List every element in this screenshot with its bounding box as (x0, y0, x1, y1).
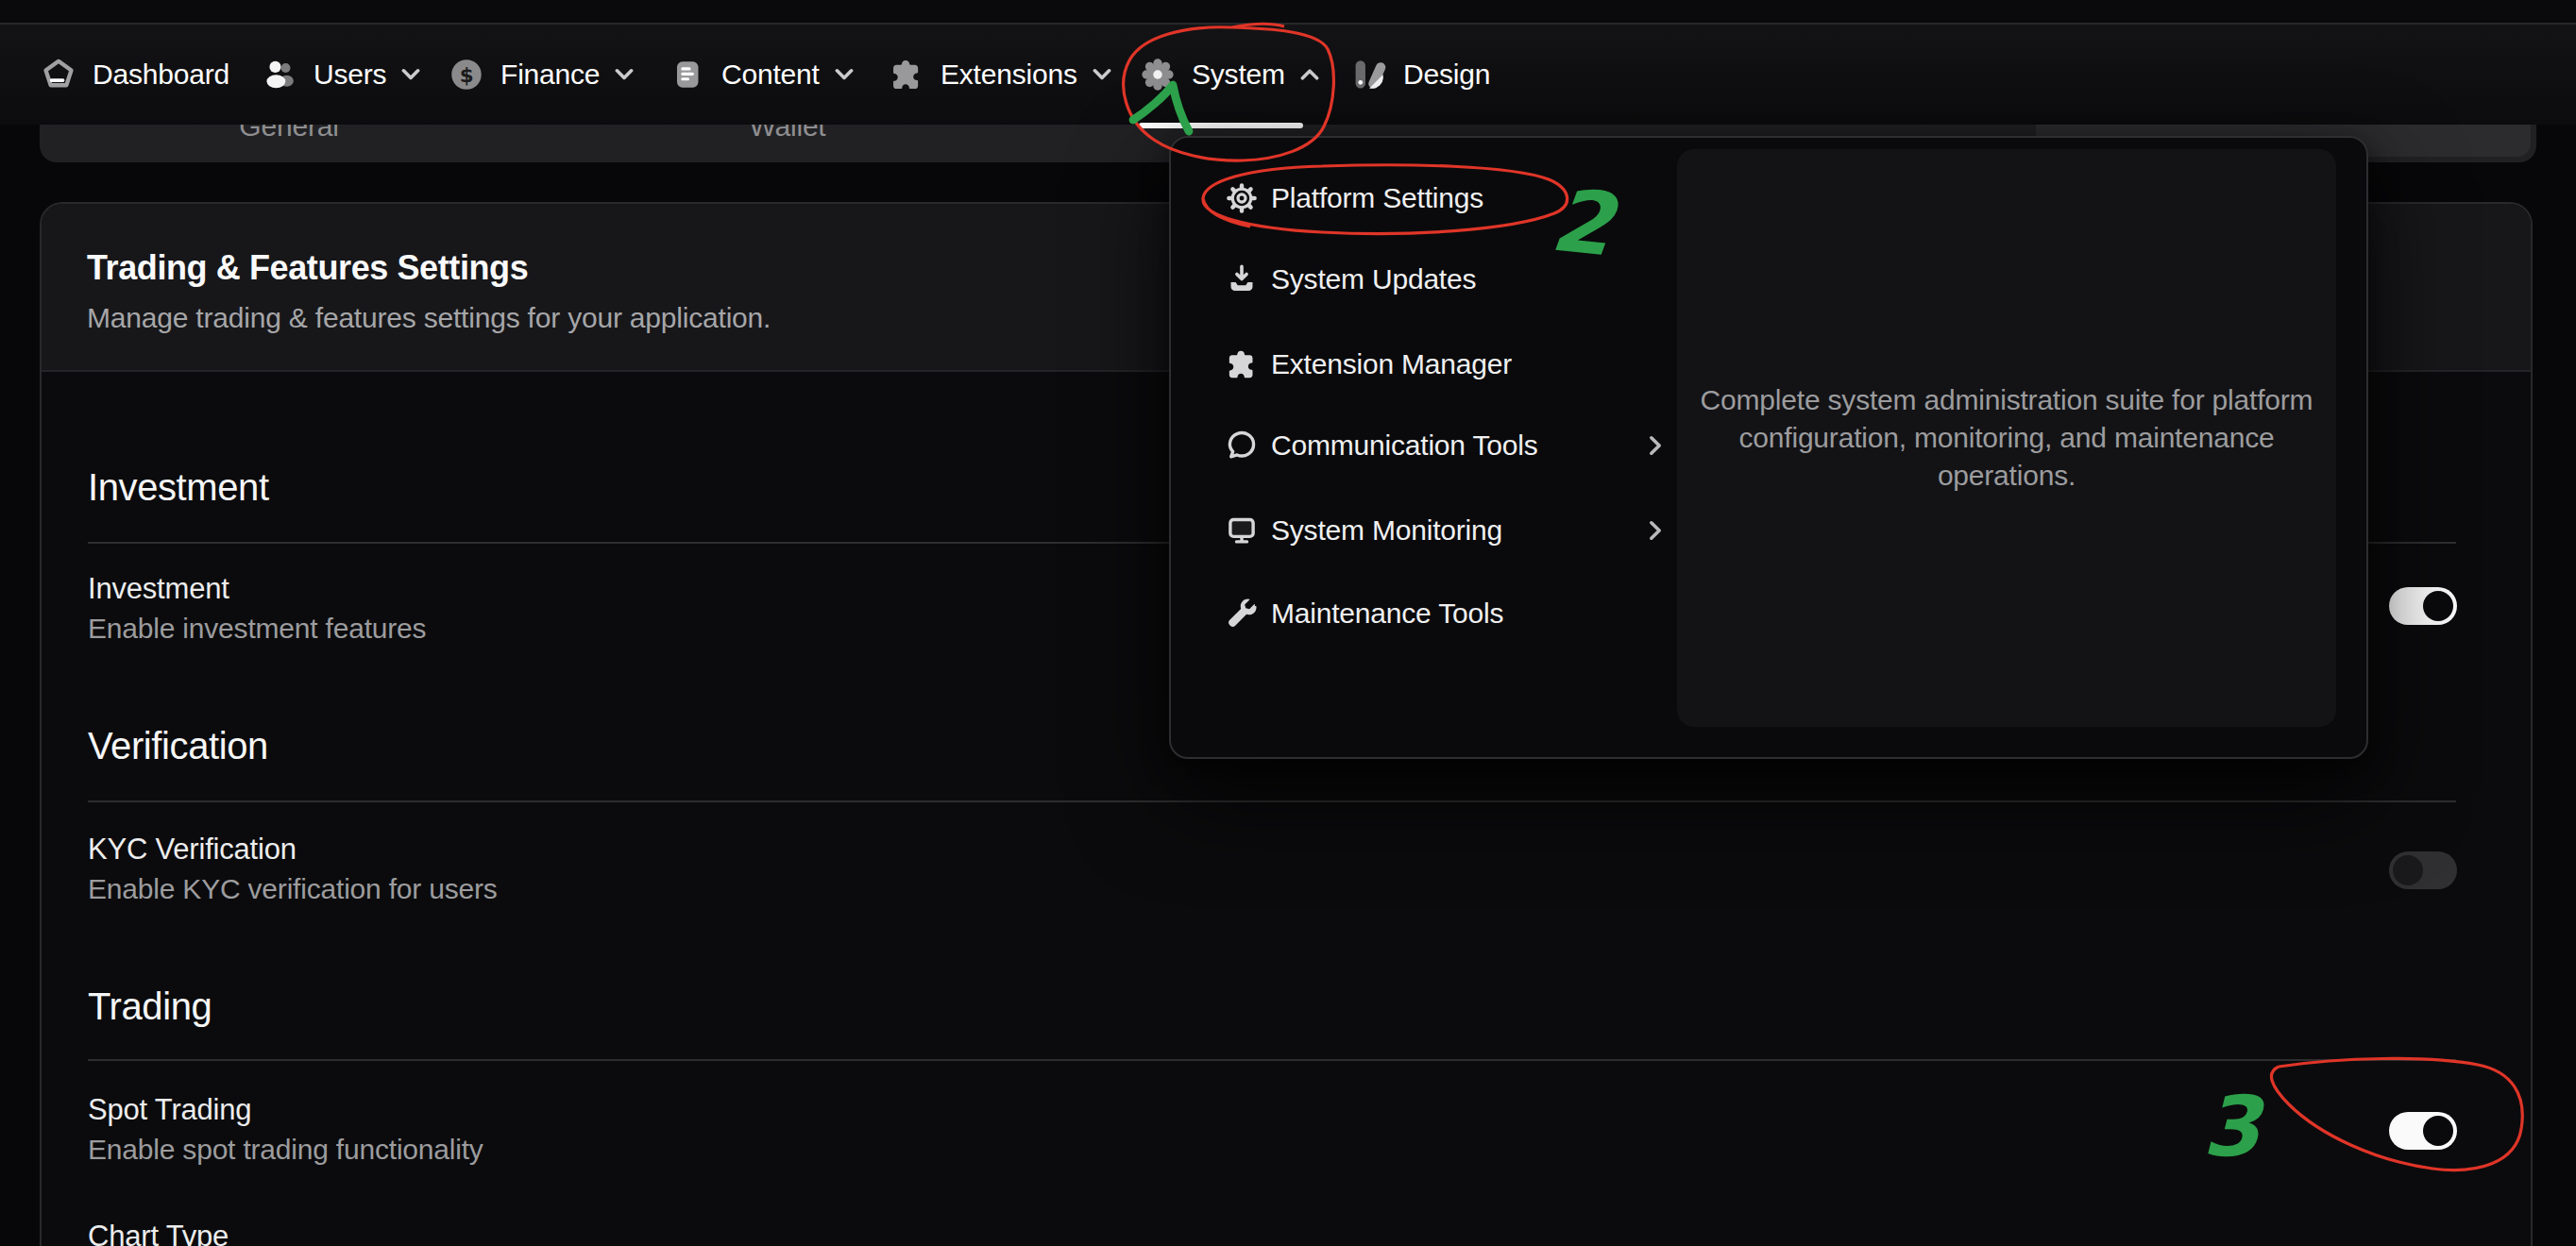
system-menu-description: Complete system administration suite for… (1686, 381, 2328, 495)
svg-text:$: $ (460, 63, 474, 87)
gear-icon (1226, 182, 1258, 214)
menu-item-system-monitoring[interactable]: System Monitoring (1190, 497, 1662, 564)
chevron-right-icon (1649, 520, 1662, 541)
divider (88, 1059, 2456, 1061)
admin-settings-page: General Wallet Dashboard Users (0, 0, 2576, 1246)
active-nav-indicator (1139, 123, 1303, 128)
puzzle-icon (1226, 348, 1258, 380)
setting-label-chart-type: Chart Type (88, 1216, 229, 1246)
section-heading-trading: Trading (88, 984, 212, 1029)
nav-item-users[interactable]: Users (263, 25, 420, 125)
puzzle-icon (890, 58, 924, 92)
divider (88, 800, 2456, 802)
nav-label: Finance (500, 59, 600, 91)
chevron-right-icon (1649, 435, 1662, 456)
nav-label: Content (721, 59, 820, 91)
system-dropdown-menu: Platform Settings System Updates Extensi… (1169, 136, 2368, 759)
chevron-down-icon (615, 68, 634, 81)
chat-bubble-icon (1226, 429, 1258, 462)
menu-item-maintenance-tools[interactable]: Maintenance Tools (1190, 580, 1662, 648)
section-heading-investment: Investment (88, 464, 269, 510)
setting-description-spot-trading: Enable spot trading functionality (88, 1131, 483, 1169)
menu-item-label: System Updates (1271, 263, 1476, 295)
nav-label: Users (314, 59, 386, 91)
toggle-knob (2423, 1116, 2453, 1146)
chevron-down-icon (401, 68, 420, 81)
setting-description-investment: Enable investment features (88, 610, 426, 648)
menu-item-label: Maintenance Tools (1271, 598, 1503, 630)
setting-label-spot-trading: Spot Trading (88, 1089, 251, 1131)
dashboard-shield-icon (42, 58, 76, 92)
menu-item-label: System Monitoring (1271, 514, 1502, 547)
chevron-up-icon (1300, 68, 1319, 81)
download-icon (1226, 263, 1258, 295)
menu-item-system-updates[interactable]: System Updates (1190, 245, 1662, 313)
gear-icon (1141, 58, 1175, 92)
document-lines-icon (670, 58, 704, 92)
chevron-down-icon (1093, 68, 1111, 81)
setting-label-investment: Investment (88, 568, 229, 610)
toggle-knob (2393, 855, 2423, 885)
menu-item-extension-manager[interactable]: Extension Manager (1190, 330, 1662, 398)
nav-item-dashboard[interactable]: Dashboard (42, 25, 229, 125)
menu-item-communication-tools[interactable]: Communication Tools (1190, 412, 1662, 480)
chevron-down-icon (835, 68, 854, 81)
design-swatch-icon (1352, 58, 1386, 92)
setting-label-kyc: KYC Verification (88, 829, 297, 870)
toggle-spot-trading[interactable] (2389, 1112, 2457, 1150)
nav-label: System (1192, 59, 1285, 91)
dollar-icon: $ (449, 58, 483, 92)
system-menu-description-panel: Complete system administration suite for… (1677, 149, 2336, 727)
page-title: Trading & Features Settings (87, 245, 528, 291)
section-heading-verification: Verification (88, 723, 268, 768)
menu-item-label: Platform Settings (1271, 182, 1483, 214)
menu-item-platform-settings[interactable]: Platform Settings (1190, 164, 1662, 232)
toggle-kyc[interactable] (2389, 851, 2457, 889)
window-top-strip (0, 0, 2576, 25)
nav-item-extensions[interactable]: Extensions (890, 25, 1111, 125)
nav-item-system[interactable]: System (1141, 25, 1319, 125)
nav-label: Extensions (941, 59, 1077, 91)
menu-item-label: Extension Manager (1271, 348, 1512, 380)
monitor-icon (1226, 514, 1258, 547)
toggle-knob (2423, 591, 2453, 621)
menu-item-label: Communication Tools (1271, 429, 1537, 462)
wrench-icon (1226, 598, 1258, 630)
nav-label: Dashboard (93, 59, 229, 91)
page-subtitle: Manage trading & features settings for y… (87, 298, 771, 338)
main-navbar: Dashboard Users $ Finance (0, 25, 2576, 125)
users-icon (263, 58, 297, 92)
nav-label: Design (1403, 59, 1490, 91)
setting-description-kyc: Enable KYC verification for users (88, 870, 498, 908)
nav-item-finance[interactable]: $ Finance (449, 25, 634, 125)
toggle-investment[interactable] (2389, 587, 2457, 625)
nav-item-content[interactable]: Content (670, 25, 854, 125)
nav-item-design[interactable]: Design (1352, 25, 1490, 125)
